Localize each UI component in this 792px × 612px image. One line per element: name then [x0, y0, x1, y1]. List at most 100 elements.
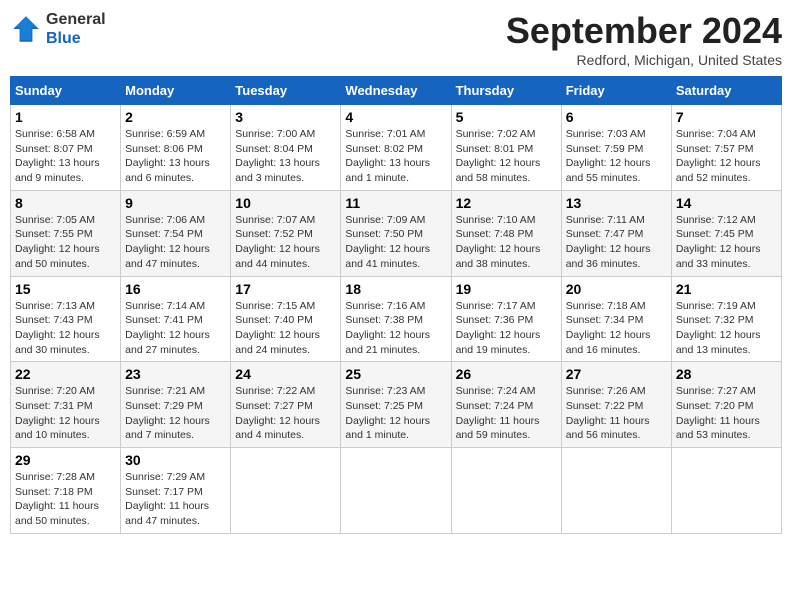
logo-icon	[10, 13, 42, 45]
day-number: 16	[125, 281, 226, 297]
calendar-cell: 3 Sunrise: 7:00 AMSunset: 8:04 PMDayligh…	[231, 105, 341, 191]
calendar-cell: 26 Sunrise: 7:24 AMSunset: 7:24 PMDaylig…	[451, 362, 561, 448]
calendar-cell: 25 Sunrise: 7:23 AMSunset: 7:25 PMDaylig…	[341, 362, 451, 448]
day-detail: Sunrise: 7:10 AMSunset: 7:48 PMDaylight:…	[456, 214, 541, 270]
day-detail: Sunrise: 7:13 AMSunset: 7:43 PMDaylight:…	[15, 300, 100, 356]
calendar-cell: 13 Sunrise: 7:11 AMSunset: 7:47 PMDaylig…	[561, 190, 671, 276]
logo: General Blue	[10, 10, 106, 48]
calendar-cell: 27 Sunrise: 7:26 AMSunset: 7:22 PMDaylig…	[561, 362, 671, 448]
day-number: 21	[676, 281, 777, 297]
day-detail: Sunrise: 7:12 AMSunset: 7:45 PMDaylight:…	[676, 214, 761, 270]
logo-line1: General	[46, 10, 106, 29]
weekday-header-wednesday: Wednesday	[341, 77, 451, 105]
calendar-cell: 12 Sunrise: 7:10 AMSunset: 7:48 PMDaylig…	[451, 190, 561, 276]
calendar-cell	[341, 448, 451, 534]
calendar-cell: 15 Sunrise: 7:13 AMSunset: 7:43 PMDaylig…	[11, 276, 121, 362]
calendar-cell: 7 Sunrise: 7:04 AMSunset: 7:57 PMDayligh…	[671, 105, 781, 191]
calendar-cell: 2 Sunrise: 6:59 AMSunset: 8:06 PMDayligh…	[121, 105, 231, 191]
calendar-cell: 11 Sunrise: 7:09 AMSunset: 7:50 PMDaylig…	[341, 190, 451, 276]
calendar-cell: 23 Sunrise: 7:21 AMSunset: 7:29 PMDaylig…	[121, 362, 231, 448]
day-number: 17	[235, 281, 336, 297]
day-number: 9	[125, 195, 226, 211]
day-detail: Sunrise: 7:11 AMSunset: 7:47 PMDaylight:…	[566, 214, 651, 270]
day-number: 19	[456, 281, 557, 297]
day-number: 11	[345, 195, 446, 211]
day-detail: Sunrise: 7:17 AMSunset: 7:36 PMDaylight:…	[456, 300, 541, 356]
calendar-cell: 20 Sunrise: 7:18 AMSunset: 7:34 PMDaylig…	[561, 276, 671, 362]
calendar-cell: 6 Sunrise: 7:03 AMSunset: 7:59 PMDayligh…	[561, 105, 671, 191]
day-number: 18	[345, 281, 446, 297]
calendar-cell: 24 Sunrise: 7:22 AMSunset: 7:27 PMDaylig…	[231, 362, 341, 448]
calendar-cell: 19 Sunrise: 7:17 AMSunset: 7:36 PMDaylig…	[451, 276, 561, 362]
day-number: 3	[235, 109, 336, 125]
day-detail: Sunrise: 7:14 AMSunset: 7:41 PMDaylight:…	[125, 300, 210, 356]
day-detail: Sunrise: 7:06 AMSunset: 7:54 PMDaylight:…	[125, 214, 210, 270]
week-row-1: 1 Sunrise: 6:58 AMSunset: 8:07 PMDayligh…	[11, 105, 782, 191]
weekday-header-row: SundayMondayTuesdayWednesdayThursdayFrid…	[11, 77, 782, 105]
location: Redford, Michigan, United States	[506, 52, 782, 68]
calendar-cell: 30 Sunrise: 7:29 AMSunset: 7:17 PMDaylig…	[121, 448, 231, 534]
calendar-table: SundayMondayTuesdayWednesdayThursdayFrid…	[10, 76, 782, 534]
day-number: 10	[235, 195, 336, 211]
week-row-2: 8 Sunrise: 7:05 AMSunset: 7:55 PMDayligh…	[11, 190, 782, 276]
weekday-header-sunday: Sunday	[11, 77, 121, 105]
day-number: 13	[566, 195, 667, 211]
day-detail: Sunrise: 7:01 AMSunset: 8:02 PMDaylight:…	[345, 128, 430, 184]
day-number: 8	[15, 195, 116, 211]
calendar-cell: 21 Sunrise: 7:19 AMSunset: 7:32 PMDaylig…	[671, 276, 781, 362]
day-number: 14	[676, 195, 777, 211]
week-row-4: 22 Sunrise: 7:20 AMSunset: 7:31 PMDaylig…	[11, 362, 782, 448]
day-number: 15	[15, 281, 116, 297]
day-number: 26	[456, 366, 557, 382]
day-detail: Sunrise: 7:27 AMSunset: 7:20 PMDaylight:…	[676, 385, 760, 441]
calendar-cell: 28 Sunrise: 7:27 AMSunset: 7:20 PMDaylig…	[671, 362, 781, 448]
day-number: 6	[566, 109, 667, 125]
day-number: 4	[345, 109, 446, 125]
day-detail: Sunrise: 7:23 AMSunset: 7:25 PMDaylight:…	[345, 385, 430, 441]
day-detail: Sunrise: 6:58 AMSunset: 8:07 PMDaylight:…	[15, 128, 100, 184]
calendar-cell	[451, 448, 561, 534]
day-number: 23	[125, 366, 226, 382]
day-number: 1	[15, 109, 116, 125]
day-number: 25	[345, 366, 446, 382]
day-detail: Sunrise: 7:04 AMSunset: 7:57 PMDaylight:…	[676, 128, 761, 184]
calendar-cell: 14 Sunrise: 7:12 AMSunset: 7:45 PMDaylig…	[671, 190, 781, 276]
day-detail: Sunrise: 7:16 AMSunset: 7:38 PMDaylight:…	[345, 300, 430, 356]
weekday-header-saturday: Saturday	[671, 77, 781, 105]
logo-line2: Blue	[46, 29, 106, 48]
day-number: 29	[15, 452, 116, 468]
day-number: 12	[456, 195, 557, 211]
day-detail: Sunrise: 7:15 AMSunset: 7:40 PMDaylight:…	[235, 300, 320, 356]
calendar-cell: 1 Sunrise: 6:58 AMSunset: 8:07 PMDayligh…	[11, 105, 121, 191]
calendar-cell	[561, 448, 671, 534]
weekday-header-thursday: Thursday	[451, 77, 561, 105]
logo-text: General Blue	[46, 10, 106, 48]
weekday-header-tuesday: Tuesday	[231, 77, 341, 105]
day-detail: Sunrise: 7:18 AMSunset: 7:34 PMDaylight:…	[566, 300, 651, 356]
day-number: 7	[676, 109, 777, 125]
day-detail: Sunrise: 7:20 AMSunset: 7:31 PMDaylight:…	[15, 385, 100, 441]
calendar-cell: 9 Sunrise: 7:06 AMSunset: 7:54 PMDayligh…	[121, 190, 231, 276]
calendar-cell: 16 Sunrise: 7:14 AMSunset: 7:41 PMDaylig…	[121, 276, 231, 362]
calendar-cell: 22 Sunrise: 7:20 AMSunset: 7:31 PMDaylig…	[11, 362, 121, 448]
day-number: 28	[676, 366, 777, 382]
day-detail: Sunrise: 7:22 AMSunset: 7:27 PMDaylight:…	[235, 385, 320, 441]
title-area: September 2024 Redford, Michigan, United…	[506, 10, 782, 68]
day-detail: Sunrise: 7:02 AMSunset: 8:01 PMDaylight:…	[456, 128, 541, 184]
day-detail: Sunrise: 7:21 AMSunset: 7:29 PMDaylight:…	[125, 385, 210, 441]
day-detail: Sunrise: 7:09 AMSunset: 7:50 PMDaylight:…	[345, 214, 430, 270]
calendar-cell	[671, 448, 781, 534]
day-number: 24	[235, 366, 336, 382]
day-number: 30	[125, 452, 226, 468]
day-detail: Sunrise: 7:24 AMSunset: 7:24 PMDaylight:…	[456, 385, 540, 441]
week-row-5: 29 Sunrise: 7:28 AMSunset: 7:18 PMDaylig…	[11, 448, 782, 534]
page-header: General Blue September 2024 Redford, Mic…	[10, 10, 782, 68]
day-detail: Sunrise: 7:26 AMSunset: 7:22 PMDaylight:…	[566, 385, 650, 441]
weekday-header-friday: Friday	[561, 77, 671, 105]
day-number: 2	[125, 109, 226, 125]
weekday-header-monday: Monday	[121, 77, 231, 105]
calendar-cell: 17 Sunrise: 7:15 AMSunset: 7:40 PMDaylig…	[231, 276, 341, 362]
day-detail: Sunrise: 7:00 AMSunset: 8:04 PMDaylight:…	[235, 128, 320, 184]
day-number: 27	[566, 366, 667, 382]
calendar-cell: 8 Sunrise: 7:05 AMSunset: 7:55 PMDayligh…	[11, 190, 121, 276]
